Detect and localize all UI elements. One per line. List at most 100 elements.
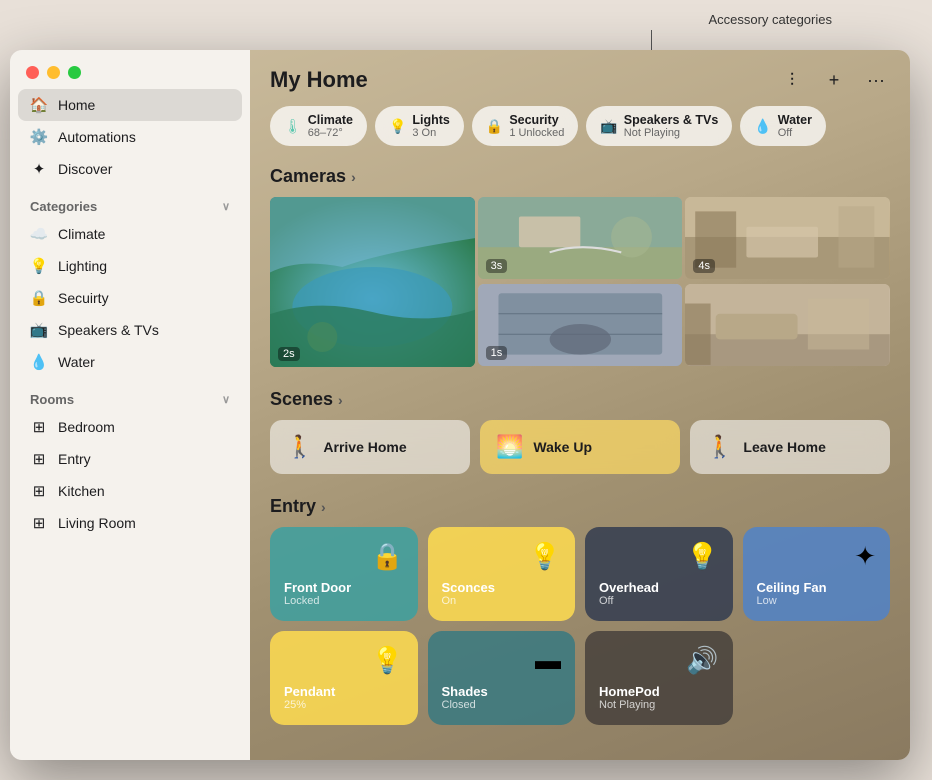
sidebar-item-lighting[interactable]: 💡 Lighting xyxy=(18,250,242,282)
scene-leave-home[interactable]: 🚶 Leave Home xyxy=(690,420,890,474)
speakers-icon: 📺 xyxy=(30,321,48,339)
accessory-pendant-top: 💡 xyxy=(284,645,404,684)
camera-room[interactable]: 4s xyxy=(685,197,890,279)
rooms-chevron: ∨ xyxy=(222,393,230,406)
accessory-pendant[interactable]: 💡 Pendant 25% xyxy=(270,631,418,725)
cameras-section-header[interactable]: Cameras › xyxy=(250,160,910,197)
front-door-name: Front Door xyxy=(284,580,404,595)
scene-wake-up[interactable]: 🌅 Wake Up xyxy=(480,420,680,474)
entry-chevron: › xyxy=(321,499,326,515)
pill-security-icon: 🔒 xyxy=(486,118,503,135)
camera-driveway-timestamp: 3s xyxy=(486,259,508,273)
accessory-ceiling-fan[interactable]: ✦ Ceiling Fan Low xyxy=(743,527,891,621)
categories-chevron: ∨ xyxy=(222,200,230,213)
pill-speakers[interactable]: 📺 Speakers & TVs Not Playing xyxy=(586,106,732,146)
pill-speakers-sub: Not Playing xyxy=(624,127,719,139)
sidebar-label-entry: Entry xyxy=(58,451,91,467)
activity-button[interactable]: ⫶ xyxy=(778,66,806,94)
camera-garage-timestamp: 1s xyxy=(486,346,508,360)
category-pills: 🌡 Climate 68–72° 💡 Lights 3 On 🔒 Securit… xyxy=(250,106,910,160)
categories-header[interactable]: Categories ∨ xyxy=(18,185,242,218)
sconces-status: On xyxy=(442,595,562,607)
sidebar-item-living-room[interactable]: ⊞ Living Room xyxy=(18,507,242,539)
accessory-front-door-bottom: Front Door Locked xyxy=(284,580,404,607)
arrive-home-icon: 🚶 xyxy=(286,434,313,460)
pill-lights[interactable]: 💡 Lights 3 On xyxy=(375,106,464,146)
accessory-front-door[interactable]: 🔒 Front Door Locked xyxy=(270,527,418,621)
pill-climate-icon: 🌡 xyxy=(284,118,302,135)
sidebar-item-water[interactable]: 💧 Water xyxy=(18,346,242,378)
pill-water[interactable]: 💧 Water Off xyxy=(740,106,826,146)
rooms-label: Rooms xyxy=(30,392,74,407)
main-window: 🏠 Home ⚙️ Automations ✦ Discover Categor… xyxy=(10,50,910,760)
accessory-overhead-top: 💡 xyxy=(599,541,719,580)
fan-icon: ✦ xyxy=(854,541,876,572)
sidebar-nav: 🏠 Home ⚙️ Automations ✦ Discover Categor… xyxy=(10,89,250,539)
leave-home-icon: 🚶 xyxy=(706,434,733,460)
close-button[interactable] xyxy=(26,66,39,79)
add-button[interactable]: + xyxy=(820,66,848,94)
sidebar-item-climate[interactable]: ☁️ Climate xyxy=(18,218,242,250)
camera-pool-timestamp: 2s xyxy=(278,347,300,361)
camera-pool[interactable]: 2s xyxy=(270,197,475,367)
sidebar-item-entry[interactable]: ⊞ Entry xyxy=(18,443,242,475)
cameras-label: Cameras xyxy=(270,166,346,187)
maximize-button[interactable] xyxy=(68,66,81,79)
entry-section-header[interactable]: Entry › xyxy=(250,490,910,527)
pill-climate[interactable]: 🌡 Climate 68–72° xyxy=(270,106,367,146)
camera-livingroom[interactable] xyxy=(685,284,890,366)
page-title: My Home xyxy=(270,67,368,93)
discover-icon: ✦ xyxy=(30,160,48,178)
accessory-shades-top: ▬ xyxy=(442,645,562,684)
accessory-pod-bottom: HomePod Not Playing xyxy=(599,684,719,711)
camera-driveway[interactable]: 3s xyxy=(478,197,683,279)
sidebar-label-living-room: Living Room xyxy=(58,515,136,531)
sidebar-item-home[interactable]: 🏠 Home xyxy=(18,89,242,121)
lighting-icon: 💡 xyxy=(30,257,48,275)
fan-name: Ceiling Fan xyxy=(757,580,877,595)
sidebar-item-bedroom[interactable]: ⊞ Bedroom xyxy=(18,411,242,443)
scene-arrive-home[interactable]: 🚶 Arrive Home xyxy=(270,420,470,474)
sidebar-item-discover[interactable]: ✦ Discover xyxy=(18,153,242,185)
sidebar-item-automations[interactable]: ⚙️ Automations xyxy=(18,121,242,153)
rooms-header[interactable]: Rooms ∨ xyxy=(18,378,242,411)
accessory-overhead[interactable]: 💡 Overhead Off xyxy=(585,527,733,621)
pill-lights-label: Lights xyxy=(412,113,450,127)
overhead-name: Overhead xyxy=(599,580,719,595)
entry-label: Entry xyxy=(270,496,316,517)
scenes-section-header[interactable]: Scenes › xyxy=(250,383,910,420)
accessory-pendant-bottom: Pendant 25% xyxy=(284,684,404,711)
sidebar-item-kitchen[interactable]: ⊞ Kitchen xyxy=(18,475,242,507)
sconces-name: Sconces xyxy=(442,580,562,595)
sidebar-item-security[interactable]: 🔒 Secuirty xyxy=(18,282,242,314)
pill-security-sub: 1 Unlocked xyxy=(509,127,564,139)
camera-garage[interactable]: 1s xyxy=(478,284,683,366)
accessory-shades[interactable]: ▬ Shades Closed xyxy=(428,631,576,725)
pill-lights-icon: 💡 xyxy=(389,118,406,135)
pod-icon: 🔊 xyxy=(686,645,718,676)
scenes-row: 🚶 Arrive Home 🌅 Wake Up 🚶 Leave Home xyxy=(250,420,910,490)
bedroom-icon: ⊞ xyxy=(30,418,48,436)
living-room-icon: ⊞ xyxy=(30,514,48,532)
more-button[interactable]: ··· xyxy=(862,66,890,94)
accessory-homepod[interactable]: 🔊 HomePod Not Playing xyxy=(585,631,733,725)
pill-climate-label: Climate xyxy=(308,113,353,127)
fan-status: Low xyxy=(757,595,877,607)
pendant-name: Pendant xyxy=(284,684,404,699)
pod-name: HomePod xyxy=(599,684,719,699)
home-icon: 🏠 xyxy=(30,96,48,114)
minimize-button[interactable] xyxy=(47,66,60,79)
sconces-icon: 💡 xyxy=(529,541,561,572)
pill-water-sub: Off xyxy=(778,127,812,139)
accessory-sconces[interactable]: 💡 Sconces On xyxy=(428,527,576,621)
accessory-fan-top: ✦ xyxy=(757,541,877,580)
sidebar-item-speakers[interactable]: 📺 Speakers & TVs xyxy=(18,314,242,346)
sidebar-label-home: Home xyxy=(58,97,95,113)
sidebar-label-security: Secuirty xyxy=(58,290,109,306)
sidebar-label-automations: Automations xyxy=(58,129,136,145)
water-icon: 💧 xyxy=(30,353,48,371)
cameras-chevron: › xyxy=(351,169,356,185)
main-content: My Home ⫶ + ··· 🌡 Climate 68–72° 💡 Light… xyxy=(250,50,910,760)
traffic-lights xyxy=(10,50,250,89)
pill-security[interactable]: 🔒 Security 1 Unlocked xyxy=(472,106,578,146)
